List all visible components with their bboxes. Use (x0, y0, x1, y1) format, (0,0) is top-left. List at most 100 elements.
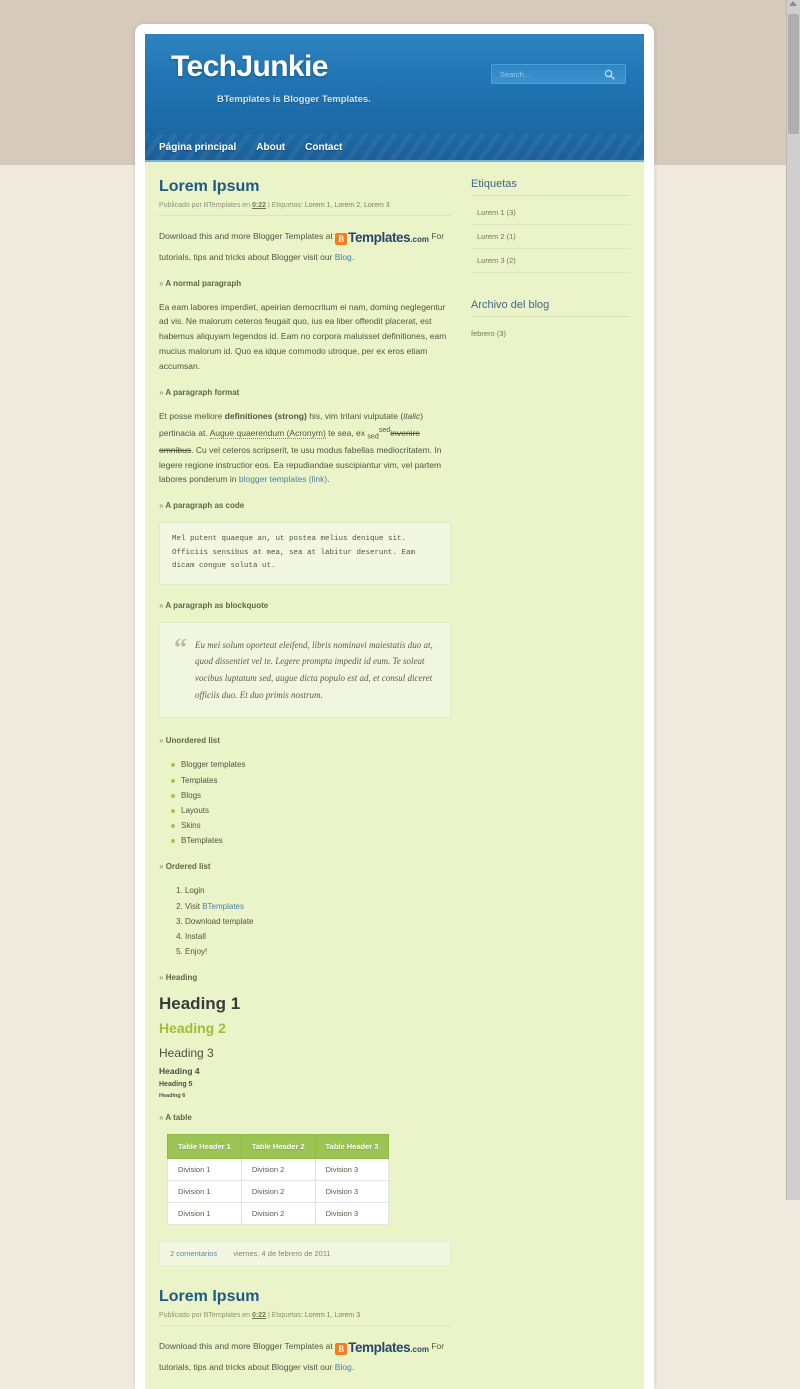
table-row: Division 1 Division 2 Division 3 (167, 1158, 390, 1182)
section-heading-label: A paragraph as blockquote (165, 600, 269, 610)
nav-item-about[interactable]: About (256, 142, 285, 153)
demo-table: Table Header 1 Table Header 2 Table Head… (167, 1134, 390, 1226)
fp-acronym: Augue quaerendum (Acronym) (209, 427, 326, 439)
intro-period: . (351, 1362, 355, 1373)
sidebar-widget-archivo: Archivo del blog febrero (3) (471, 299, 630, 345)
comments-link[interactable]: 2 comentarios (170, 1249, 217, 1258)
post-title[interactable]: Lorem Ipsum (159, 1288, 451, 1306)
fp-text2: his, vim tritani vulputate ( (306, 410, 404, 421)
table-header-row: Table Header 1 Table Header 2 Table Head… (167, 1134, 390, 1160)
post-tag[interactable]: Lorem 3 (364, 202, 390, 209)
post-tag[interactable]: Lorem 2 (334, 202, 360, 209)
labels-list: Lorem 1 (3) Lorem 2 (1) Lorem 3 (2) (471, 201, 630, 273)
table-header-cell: Table Header 3 (314, 1134, 390, 1160)
intro-text-before: Download this and more Blogger Templates… (159, 231, 333, 241)
table-cell: Division 3 (314, 1158, 390, 1182)
post-author-label: Publicado por BTemplates en (159, 1312, 251, 1320)
intro-period: . (351, 251, 355, 262)
demo-heading-5: Heading 5 (159, 1081, 193, 1089)
post-time[interactable]: 0:22 (252, 1312, 266, 1319)
demo-heading-4: Heading 4 (159, 1066, 200, 1077)
chevron-icon: » (159, 736, 164, 746)
demo-heading-2: Heading 2 (159, 1020, 226, 1037)
btemplates-b-icon: B (335, 233, 348, 245)
table-header-cell: Table Header 2 (240, 1134, 316, 1160)
post-time[interactable]: 0:22 (252, 202, 266, 209)
nav-item-pagina-principal[interactable]: Página principal (159, 142, 236, 153)
fp-link[interactable]: blogger templates (link) (239, 474, 327, 484)
fp-italic: italic (403, 410, 421, 421)
list-item: Blogger templates (171, 757, 451, 772)
section-heading-label: A paragraph as code (165, 501, 245, 511)
sidebar-item-febrero[interactable]: febrero (3) (471, 322, 630, 345)
list-item: Layouts (171, 803, 451, 818)
fp-text1: Et posse meliore (159, 410, 225, 421)
section-heading-label: A table (165, 1113, 192, 1123)
intro-text-before: Download this and more Blogger Templates… (159, 1341, 333, 1352)
site-title[interactable]: TechJunkie (171, 50, 328, 84)
post-tag[interactable]: Lorem 1 (305, 1312, 331, 1319)
search-box[interactable] (491, 64, 626, 84)
sidebar-item-lorem-1[interactable]: Lorem 1 (3) (471, 201, 630, 225)
table-cell: Division 1 (167, 1158, 242, 1182)
main-column: Lorem Ipsum Publicado por BTemplates en … (145, 162, 465, 1389)
sidebar-widget-etiquetas: Etiquetas Lorem 1 (3) Lorem 2 (1) Lorem … (471, 178, 630, 273)
archive-list: febrero (3) (471, 322, 630, 345)
fp-subscript: sed (367, 432, 379, 441)
post-date: viernes, 4 de febrero de 2011 (233, 1249, 331, 1259)
search-input[interactable] (492, 65, 597, 83)
btemplates-logo[interactable]: B Templates .com (335, 226, 429, 250)
section-heading-code: » A paragraph as code (159, 501, 451, 510)
blog-link[interactable]: Blog (335, 252, 352, 262)
unordered-list: Blogger templates Templates Blogs Layout… (159, 757, 451, 848)
section-heading-normal-paragraph: » A normal paragraph (159, 279, 451, 288)
section-heading-table: » A table (159, 1113, 451, 1122)
page-scrollbar[interactable] (786, 0, 800, 1200)
section-heading-label: Unordered list (165, 736, 220, 746)
post-tag[interactable]: Lorem 1 (305, 202, 331, 209)
post-intro: Download this and more Blogger Templates… (159, 226, 451, 265)
btemplates-name: Templates (348, 230, 411, 245)
table-cell: Division 2 (240, 1158, 316, 1182)
blockquote: “ Eu mei solum oporteat eleifend, libris… (159, 621, 451, 719)
sidebar-item-lorem-3[interactable]: Lorem 3 (2) (471, 249, 630, 273)
section-heading-heading: » Heading (159, 973, 451, 982)
search-button[interactable] (597, 65, 621, 83)
ordered-list: Login Visit BTemplates Download template… (159, 883, 451, 959)
nav-item-contact[interactable]: Contact (305, 142, 342, 153)
blog-link[interactable]: Blog (335, 1362, 352, 1372)
table-header-cell: Table Header 1 (167, 1134, 242, 1160)
section-heading-blockquote: » A paragraph as blockquote (159, 601, 451, 610)
btemplates-link[interactable]: BTemplates (202, 902, 244, 911)
section-heading-paragraph-format: » A paragraph format (159, 388, 451, 397)
sidebar-item-lorem-2[interactable]: Lorem 2 (1) (471, 225, 630, 249)
chevron-icon: » (159, 1113, 164, 1123)
section-heading-label: A paragraph format (165, 387, 240, 397)
sidebar: Etiquetas Lorem 1 (3) Lorem 2 (1) Lorem … (465, 162, 644, 1389)
format-paragraph: Et posse meliore definitiones (strong) h… (159, 409, 451, 487)
scroll-up-arrow-icon[interactable] (789, 1, 797, 6)
search-icon (604, 69, 615, 80)
widget-title: Etiquetas (471, 178, 630, 196)
post-footer: 2 comentarios viernes, 4 de febrero de 2… (159, 1241, 451, 1267)
section-heading-label: Ordered list (165, 862, 211, 872)
post-meta-separator: | Etiquetas: (267, 202, 303, 209)
post-meta: Publicado por BTemplates en 0:22 | Etiqu… (159, 1312, 451, 1327)
post-title[interactable]: Lorem Ipsum (159, 178, 451, 196)
list-item: Skins (171, 818, 451, 833)
table-cell: Division 3 (314, 1202, 390, 1226)
section-heading-label: A normal paragraph (165, 278, 242, 288)
btemplates-logo[interactable]: B Templates .com (335, 1336, 429, 1360)
chevron-icon: » (159, 501, 164, 511)
table-row: Division 1 Division 2 Division 3 (167, 1202, 390, 1226)
content-area: Lorem Ipsum Publicado por BTemplates en … (145, 162, 644, 1389)
scrollbar-thumb[interactable] (788, 14, 799, 134)
demo-heading-3: Heading 3 (159, 1046, 214, 1061)
post-meta: Publicado por BTemplates en 0:22 | Etiqu… (159, 202, 451, 216)
chevron-icon: » (159, 862, 164, 872)
list-item: BTemplates (171, 833, 451, 848)
post-tag[interactable]: Lorem 3 (334, 1312, 360, 1319)
btemplates-com: .com (410, 235, 429, 244)
list-item: Download template (185, 914, 451, 929)
site-header: TechJunkie BTemplates is Blogger Templat… (145, 34, 644, 134)
